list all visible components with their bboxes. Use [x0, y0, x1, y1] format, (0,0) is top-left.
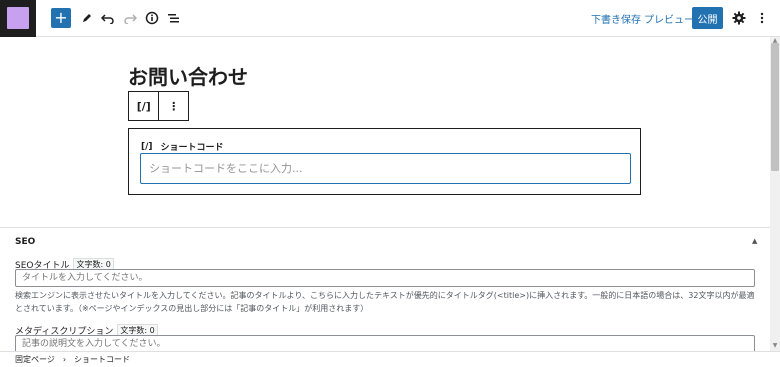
breadcrumb-separator-icon: ›	[62, 355, 67, 364]
redo-button[interactable]	[120, 8, 140, 28]
site-logo-icon	[7, 7, 29, 29]
editor-header: + 下書き保存 プレビュー 公開	[0, 0, 780, 37]
breadcrumb-item-page[interactable]: 固定ページ	[15, 354, 55, 365]
meta-description-input[interactable]	[15, 335, 755, 351]
shortcode-block[interactable]: [/] ショートコード	[128, 128, 641, 195]
editor-canvas: お問い合わせ [/] ⋮ [/] ショートコード	[0, 37, 770, 227]
shortcode-input[interactable]	[140, 153, 631, 184]
block-type-button[interactable]: [/]	[129, 92, 158, 120]
settings-button[interactable]	[729, 8, 749, 28]
pencil-icon	[83, 14, 91, 22]
tools-button[interactable]	[77, 8, 97, 28]
redo-icon	[124, 14, 137, 24]
shortcode-icon: [/]	[136, 99, 151, 113]
site-icon-button[interactable]	[0, 0, 36, 37]
block-options-button[interactable]: ⋮	[158, 92, 188, 120]
save-draft-button[interactable]: 下書き保存	[591, 11, 641, 26]
details-button[interactable]	[142, 8, 162, 28]
seo-title-input[interactable]	[15, 269, 755, 287]
gear-icon	[732, 11, 746, 25]
preview-button[interactable]: プレビュー	[644, 11, 694, 26]
more-vertical-icon: ⋮	[168, 99, 180, 113]
breadcrumb: 固定ページ › ショートコード	[15, 354, 130, 365]
plus-icon: +	[54, 8, 68, 27]
list-view-button[interactable]	[164, 8, 184, 28]
seo-metabox: SEO ▲ SEOタイトル 文字数: 0 検索エンジンに表示させたいタイトルを入…	[0, 227, 770, 351]
block-toolbar: [/] ⋮	[128, 91, 189, 121]
undo-icon	[101, 14, 114, 24]
shortcode-block-label: [/] ショートコード	[141, 140, 224, 154]
metabox-heading[interactable]: SEO	[15, 237, 35, 247]
add-block-button[interactable]: +	[51, 8, 71, 28]
more-vertical-icon	[760, 12, 764, 24]
publish-button[interactable]: 公開	[692, 7, 723, 29]
shortcode-icon: [/]	[141, 141, 153, 152]
info-icon	[145, 11, 159, 25]
options-button[interactable]	[752, 8, 772, 28]
list-view-icon	[168, 14, 179, 23]
seo-title-help: 検索エンジンに表示させたいタイトルを入力してください。記事のタイトルより、こちら…	[15, 291, 755, 313]
breadcrumb-item-shortcode[interactable]: ショートコード	[74, 354, 130, 365]
block-breadcrumb-bar: 固定ページ › ショートコード	[0, 351, 780, 367]
scrollbar[interactable]: ▲ ▼	[770, 37, 780, 351]
scroll-thumb[interactable]	[771, 43, 779, 171]
collapse-icon[interactable]: ▲	[752, 237, 757, 245]
page-title[interactable]: お問い合わせ	[128, 61, 248, 90]
scroll-down-icon[interactable]: ▼	[770, 342, 780, 349]
undo-button[interactable]	[98, 8, 118, 28]
shortcode-label-text: ショートコード	[160, 143, 224, 153]
